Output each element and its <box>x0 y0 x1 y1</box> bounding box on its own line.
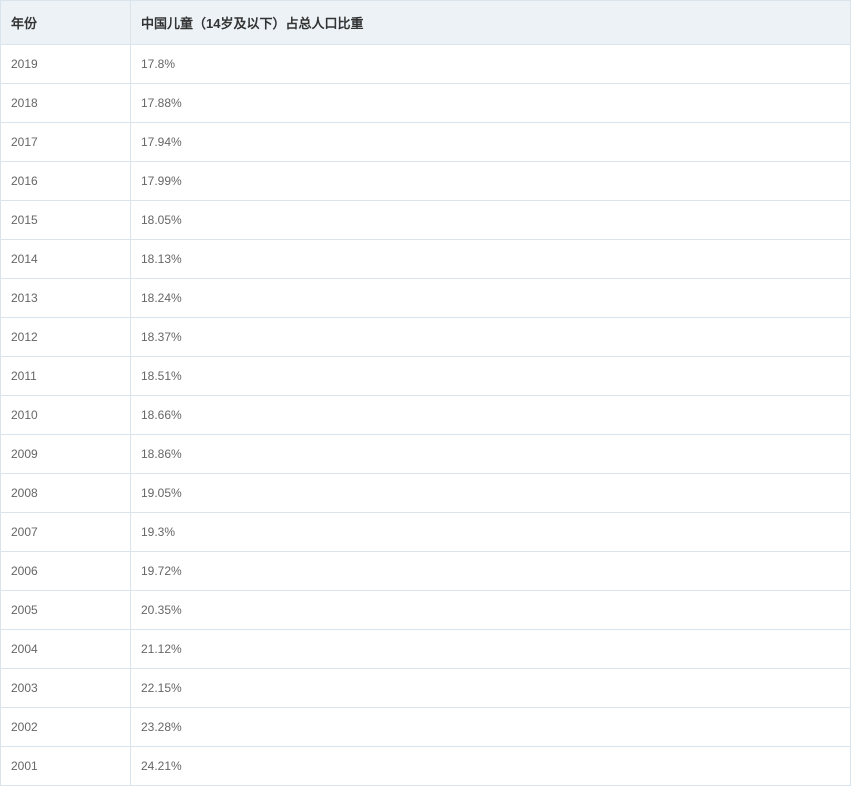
cell-value: 17.88% <box>131 84 851 123</box>
cell-value: 18.66% <box>131 396 851 435</box>
cell-year: 2001 <box>1 747 131 786</box>
table-row: 201717.94% <box>1 123 851 162</box>
cell-year: 2013 <box>1 279 131 318</box>
table-row: 201118.51% <box>1 357 851 396</box>
cell-year: 2017 <box>1 123 131 162</box>
cell-value: 21.12% <box>131 630 851 669</box>
cell-year: 2010 <box>1 396 131 435</box>
table-row: 200124.21% <box>1 747 851 786</box>
cell-value: 18.86% <box>131 435 851 474</box>
cell-year: 2003 <box>1 669 131 708</box>
table-row: 201218.37% <box>1 318 851 357</box>
cell-year: 2011 <box>1 357 131 396</box>
cell-year: 2004 <box>1 630 131 669</box>
cell-year: 2016 <box>1 162 131 201</box>
cell-year: 2007 <box>1 513 131 552</box>
cell-year: 2002 <box>1 708 131 747</box>
cell-year: 2008 <box>1 474 131 513</box>
header-year: 年份 <box>1 1 131 45</box>
table-row: 201817.88% <box>1 84 851 123</box>
table-row: 200619.72% <box>1 552 851 591</box>
cell-value: 18.05% <box>131 201 851 240</box>
table-row: 201318.24% <box>1 279 851 318</box>
cell-value: 17.8% <box>131 45 851 84</box>
table-row: 201617.99% <box>1 162 851 201</box>
table-row: 200520.35% <box>1 591 851 630</box>
table-row: 201018.66% <box>1 396 851 435</box>
cell-year: 2009 <box>1 435 131 474</box>
cell-value: 18.37% <box>131 318 851 357</box>
cell-year: 2006 <box>1 552 131 591</box>
cell-value: 17.94% <box>131 123 851 162</box>
cell-year: 2012 <box>1 318 131 357</box>
cell-value: 24.21% <box>131 747 851 786</box>
cell-year: 2015 <box>1 201 131 240</box>
cell-value: 18.24% <box>131 279 851 318</box>
table-row: 201917.8% <box>1 45 851 84</box>
cell-value: 22.15% <box>131 669 851 708</box>
cell-value: 17.99% <box>131 162 851 201</box>
data-table: 年份 中国儿童（14岁及以下）占总人口比重 201917.8%201817.88… <box>0 0 851 786</box>
cell-value: 23.28% <box>131 708 851 747</box>
cell-value: 20.35% <box>131 591 851 630</box>
table-row: 200421.12% <box>1 630 851 669</box>
table-body: 201917.8%201817.88%201717.94%201617.99%2… <box>1 45 851 786</box>
cell-year: 2014 <box>1 240 131 279</box>
cell-value: 19.05% <box>131 474 851 513</box>
cell-year: 2019 <box>1 45 131 84</box>
table-row: 201518.05% <box>1 201 851 240</box>
cell-year: 2005 <box>1 591 131 630</box>
cell-value: 19.72% <box>131 552 851 591</box>
cell-value: 18.51% <box>131 357 851 396</box>
table-header-row: 年份 中国儿童（14岁及以下）占总人口比重 <box>1 1 851 45</box>
table-row: 200322.15% <box>1 669 851 708</box>
cell-value: 18.13% <box>131 240 851 279</box>
table-row: 200223.28% <box>1 708 851 747</box>
table-row: 201418.13% <box>1 240 851 279</box>
cell-value: 19.3% <box>131 513 851 552</box>
cell-year: 2018 <box>1 84 131 123</box>
table-row: 200719.3% <box>1 513 851 552</box>
table-row: 200819.05% <box>1 474 851 513</box>
table-row: 200918.86% <box>1 435 851 474</box>
header-value: 中国儿童（14岁及以下）占总人口比重 <box>131 1 851 45</box>
